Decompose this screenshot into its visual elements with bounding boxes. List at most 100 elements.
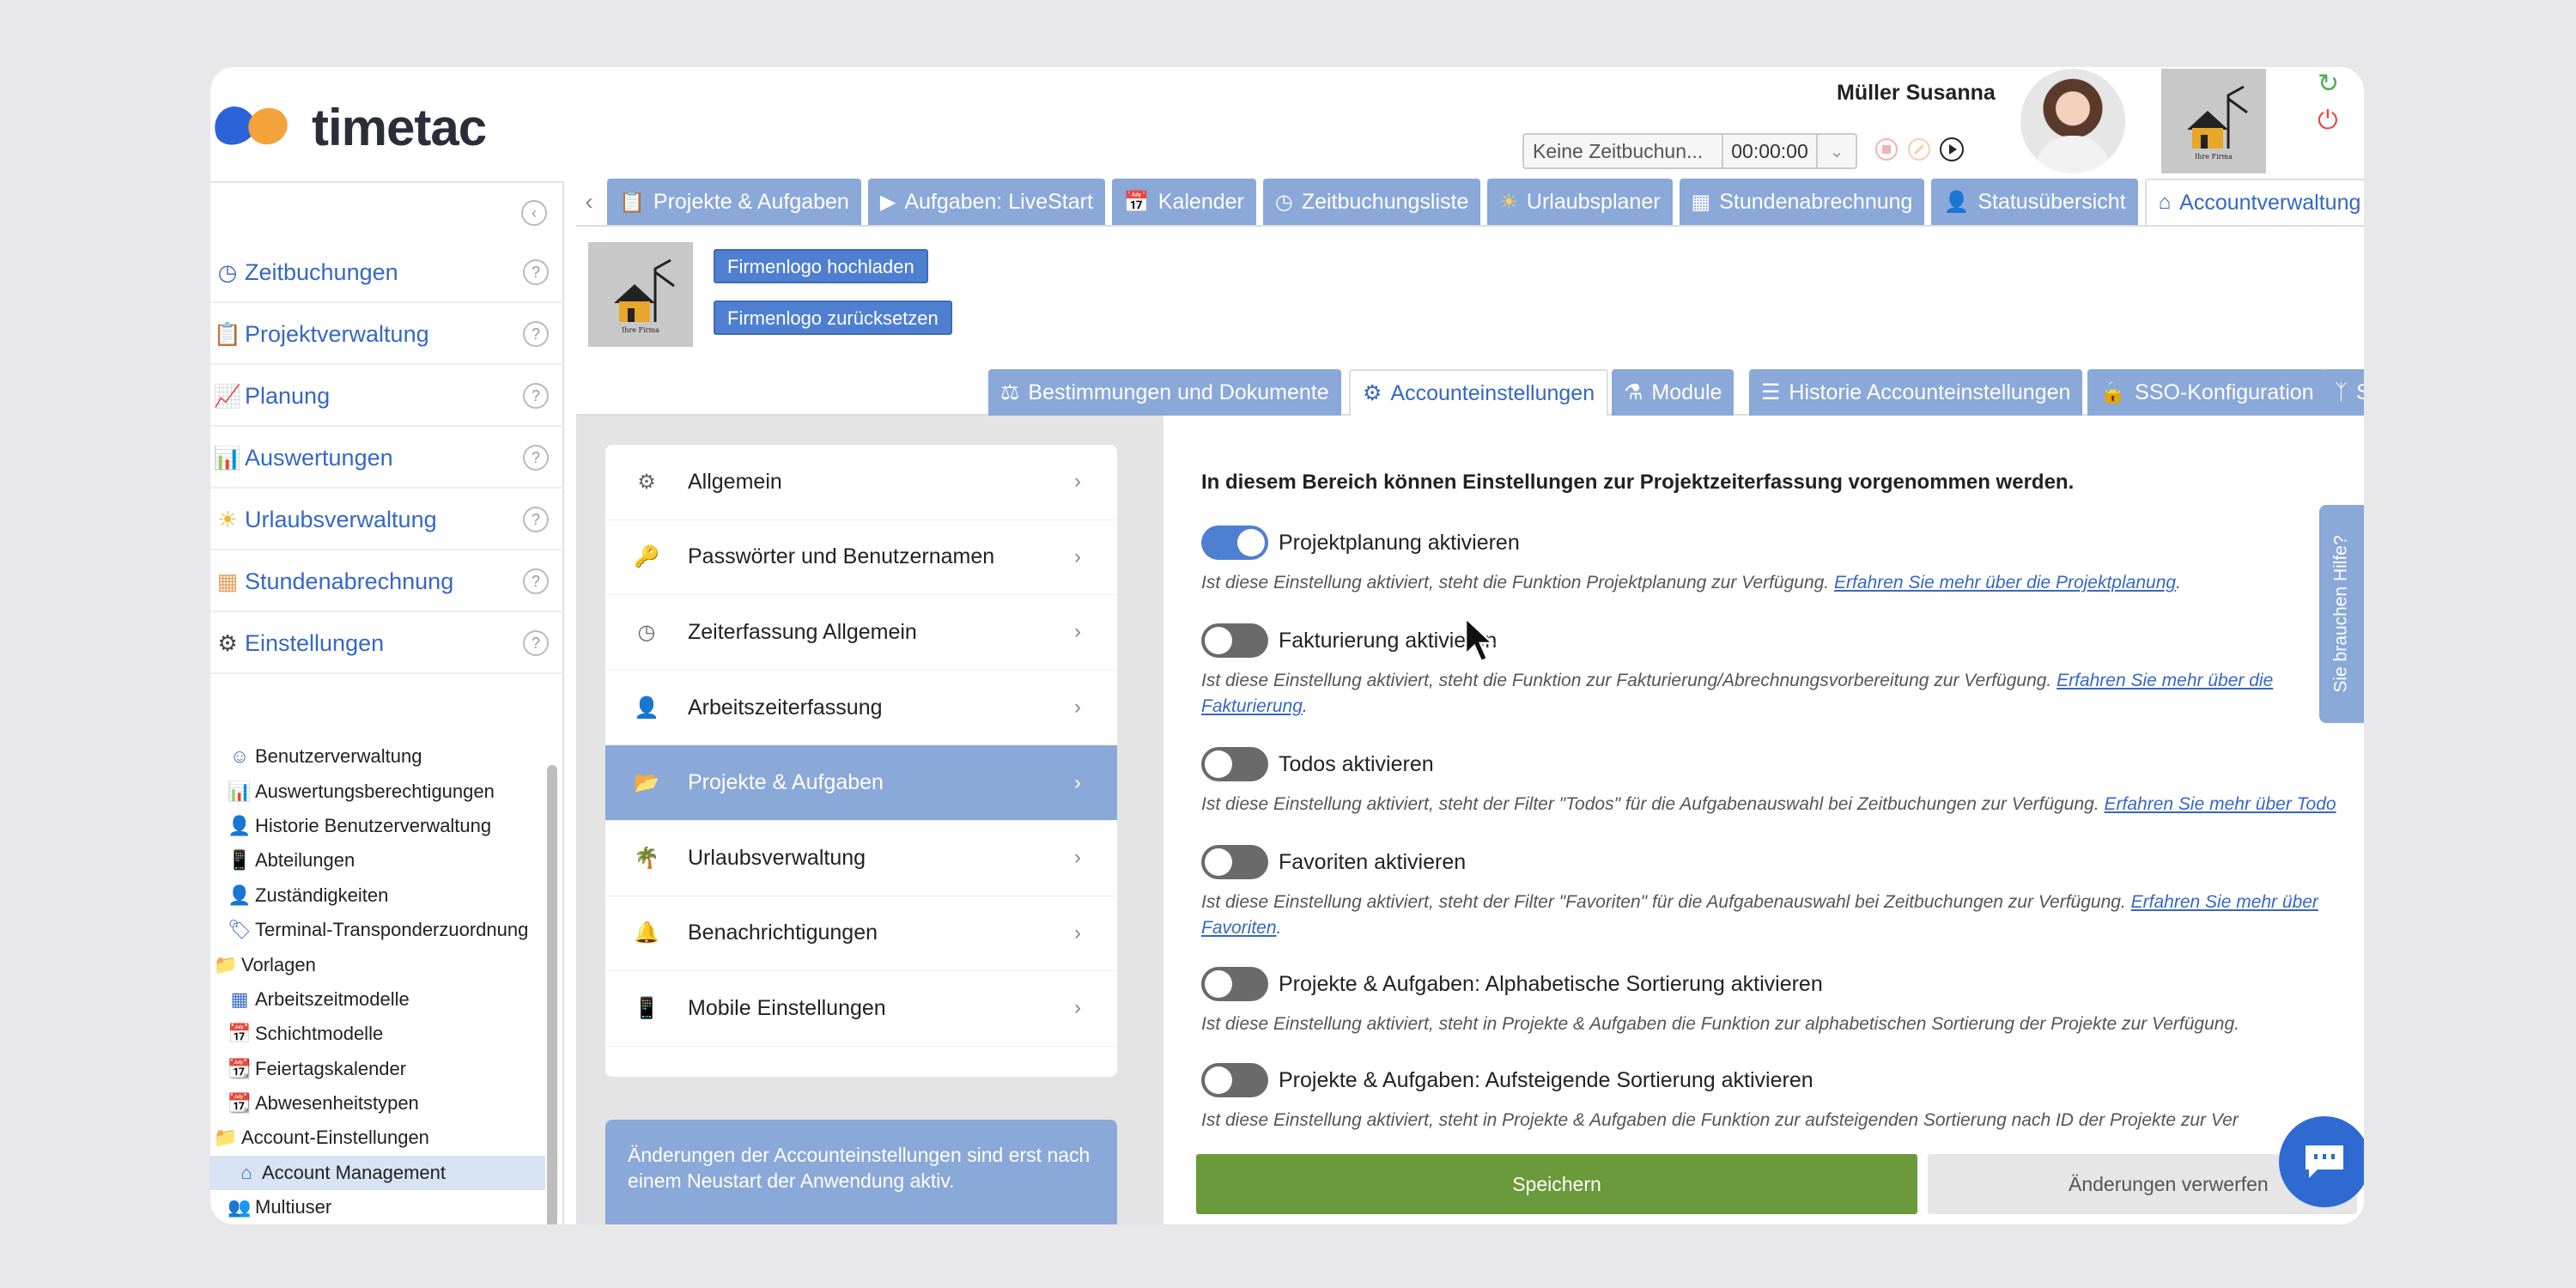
menu-item-benachrichtigungen[interactable]: 🔔 Benachrichtigungen › bbox=[605, 896, 1117, 972]
subtab-module[interactable]: ⚗ Module bbox=[1612, 369, 1735, 416]
tree-item-auswertungsberechtigungen[interactable]: 📊 Auswertungsberechtigungen bbox=[210, 774, 545, 808]
avatar[interactable] bbox=[2020, 69, 2125, 173]
stop-icon[interactable] bbox=[1871, 134, 1902, 165]
tree-item-terminal-transponderzuordnung[interactable]: 🏷 Terminal-Transponderzuordnung bbox=[210, 913, 545, 947]
subtab-historie[interactable]: ☰ Historie Accounteinstellungen bbox=[1749, 369, 2083, 416]
help-tab[interactable]: Sie brauchen Hilfe? bbox=[2319, 505, 2364, 723]
bell-icon: 🔔 bbox=[634, 921, 659, 945]
tree-item-historie-benutzerverwaltung[interactable]: 👤 Historie Benutzerverwaltung bbox=[210, 809, 545, 843]
chevron-right-icon: › bbox=[1074, 846, 1081, 870]
power-icon[interactable]: ⏻ bbox=[2318, 106, 2338, 136]
tab-stundenabrechnung[interactable]: ▦ Stundenabrechnung bbox=[1679, 179, 1925, 225]
chat-icon[interactable] bbox=[2279, 1116, 2364, 1207]
help-icon[interactable]: ? bbox=[523, 445, 549, 471]
setting-toggle[interactable] bbox=[1201, 967, 1268, 1001]
subtab-accounteinstellungen[interactable]: ⚙ Accounteinstellungen bbox=[1349, 369, 1609, 417]
setting-toggle[interactable] bbox=[1201, 845, 1268, 879]
help-icon[interactable]: ? bbox=[523, 259, 549, 285]
setting-toggle[interactable] bbox=[1201, 1063, 1268, 1097]
tab-kalender[interactable]: 📅 Kalender bbox=[1111, 179, 1256, 225]
learn-more-link[interactable]: Erfahren Sie mehr über Todo bbox=[2105, 794, 2336, 814]
save-button[interactable]: Speichern bbox=[1196, 1154, 1917, 1214]
tree-item-benutzerverwaltung[interactable]: ☺ Benutzerverwaltung bbox=[210, 739, 545, 774]
key-icon: 🔑 bbox=[634, 545, 659, 569]
help-icon[interactable]: ? bbox=[523, 507, 549, 532]
chart-line-icon: 📈 bbox=[213, 382, 242, 409]
sidebar-item-stundenabrechnung[interactable]: ▦ Stundenabrechnung ? bbox=[210, 552, 564, 612]
setting-toggle[interactable] bbox=[1201, 747, 1268, 781]
clock-icon: ◷ bbox=[217, 258, 238, 285]
tree-item-account-management[interactable]: ⌂ Account Management bbox=[210, 1155, 545, 1191]
sun-icon: ☀ bbox=[1499, 190, 1518, 214]
chevron-down-icon[interactable]: ⌄ bbox=[1818, 141, 1856, 162]
tabs-scroll-left-icon[interactable]: ‹ bbox=[576, 179, 602, 225]
sidebar-item-planung[interactable]: 📈 Planung ? bbox=[210, 367, 564, 427]
sidebar-item-urlaubsverwaltung[interactable]: ☀ Urlaubsverwaltung ? bbox=[210, 490, 564, 550]
chevron-right-icon: › bbox=[1074, 696, 1081, 720]
timer-task-select[interactable]: Keine Zeitbuchun... bbox=[1524, 135, 1723, 167]
flask-icon: ⚗ bbox=[1624, 380, 1643, 404]
tree-item-feiertagskalender[interactable]: 📆 Feiertagskalender bbox=[210, 1052, 545, 1086]
refresh-icon[interactable]: ↻ bbox=[2318, 69, 2339, 99]
brand-logo[interactable]: timetac bbox=[210, 93, 487, 161]
tree-item-abteilungen[interactable]: 📱 Abteilungen bbox=[210, 843, 545, 878]
menu-item-passwoerter[interactable]: 🔑 Passwörter und Benutzernamen › bbox=[605, 520, 1117, 596]
sidebar-item-auswertungen[interactable]: 📊 Auswertungen ? bbox=[210, 428, 564, 489]
scale-icon: ⚖ bbox=[1000, 380, 1020, 404]
subtab-bestimmungen[interactable]: ⚖ Bestimmungen und Dokumente bbox=[988, 369, 1341, 416]
menu-item-allgemein[interactable]: ⚙ Allgemein › bbox=[605, 445, 1117, 520]
menu-item-urlaubsverwaltung[interactable]: 🌴 Urlaubsverwaltung › bbox=[605, 821, 1117, 896]
help-icon[interactable]: ? bbox=[523, 568, 549, 594]
setting-toggle[interactable] bbox=[1201, 623, 1268, 658]
tree-item-schichtmodelle[interactable]: 📅 Schichtmodelle bbox=[210, 1017, 545, 1051]
tree-item-arbeitszeitmodelle[interactable]: ▦ Arbeitszeitmodelle bbox=[210, 982, 545, 1017]
tree-item-zuständigkeiten[interactable]: 👤 Zuständigkeiten bbox=[210, 878, 545, 913]
help-icon[interactable]: ? bbox=[523, 383, 549, 409]
sidebar-item-einstellungen[interactable]: ⚙ Einstellungen ? bbox=[210, 614, 564, 674]
tab-statusuebersicht[interactable]: 👤 Statusübersicht bbox=[1931, 179, 2138, 225]
tree-item-abwesenheitstypen[interactable]: 📆 Abwesenheitstypen bbox=[210, 1086, 545, 1121]
subtab-sso[interactable]: 🔒 SSO-Konfiguration bbox=[2087, 369, 2326, 416]
chevron-right-icon: › bbox=[1074, 996, 1081, 1020]
setting-item: Projekte & Aufgaben: Alphabetische Sorti… bbox=[1201, 965, 2352, 1037]
sidebar-item-projektverwaltung[interactable]: 📋 Projektverwaltung ? bbox=[210, 305, 564, 365]
user-name[interactable]: Müller Susanna bbox=[1837, 81, 1996, 106]
play-icon[interactable] bbox=[1936, 134, 1967, 165]
restart-notice: Änderungen der Accounteinstellungen sind… bbox=[605, 1120, 1117, 1224]
menu-item-projekte-aufgaben[interactable]: 📂 Projekte & Aufgaben › bbox=[605, 745, 1117, 821]
setting-toggle[interactable] bbox=[1201, 526, 1268, 560]
sidebar-scrollbar[interactable] bbox=[545, 739, 559, 1224]
tree-item-multiuser[interactable]: 👥 Multiuser bbox=[210, 1190, 545, 1224]
tree-item-label: Auswertungsberechtigungen bbox=[255, 780, 495, 802]
tab-projekte-aufgaben[interactable]: 📋 Projekte & Aufgaben bbox=[607, 179, 861, 225]
help-icon[interactable]: ? bbox=[523, 630, 549, 656]
upload-logo-button[interactable]: Firmenlogo hochladen bbox=[714, 249, 928, 283]
tree-item-vorlagen[interactable]: 📁 Vorlagen bbox=[210, 947, 545, 981]
timer-widget[interactable]: Keine Zeitbuchun... 00:00:00 ⌄ bbox=[1522, 133, 1857, 169]
sidebar-item-label: Projektverwaltung bbox=[245, 320, 429, 347]
menu-item-arbeitszeiterfassung[interactable]: 👤 Arbeitszeiterfassung › bbox=[605, 671, 1117, 746]
menu-item-mobile[interactable]: 📱 Mobile Einstellungen › bbox=[605, 971, 1117, 1047]
setting-description: Ist diese Einstellung aktiviert, steht i… bbox=[1201, 1110, 2239, 1130]
menu-item-zeiterfassung[interactable]: ◷ Zeiterfassung Allgemein › bbox=[605, 595, 1117, 671]
company-logo-preview: Ihre Firma bbox=[588, 242, 693, 347]
setting-title: Favoriten aktivieren bbox=[1279, 849, 1467, 874]
tree-item-account-einstellungen[interactable]: 📁 Account-Einstellungen bbox=[210, 1121, 545, 1155]
tab-urlaubsplaner[interactable]: ☀ Urlaubsplaner bbox=[1487, 179, 1673, 225]
tab-aufgaben-livestart[interactable]: ▶ Aufgaben: LiveStart bbox=[867, 179, 1105, 225]
tree-item-label: Vorlagen bbox=[241, 953, 316, 975]
tab-accountverwaltung[interactable]: ⌂ Accountverwaltung bbox=[2144, 179, 2364, 225]
switch-icon[interactable] bbox=[1904, 134, 1935, 165]
subtab-sandbox[interactable]: ᛉSandbox Accounts bbox=[2323, 369, 2364, 416]
collapse-sidebar-icon[interactable]: ‹ bbox=[521, 200, 547, 226]
tab-zeitbuchungsliste[interactable]: ◷ Zeitbuchungsliste bbox=[1262, 179, 1481, 225]
reset-logo-button[interactable]: Firmenlogo zurücksetzen bbox=[714, 301, 952, 335]
help-icon[interactable]: ? bbox=[523, 321, 549, 347]
learn-more-link[interactable]: Erfahren Sie mehr über die Projektplanun… bbox=[1834, 573, 2176, 592]
sidebar-item-label: Urlaubsverwaltung bbox=[245, 506, 437, 532]
setting-description: Ist diese Einstellung aktiviert, steht d… bbox=[1201, 794, 2336, 814]
branch-icon: ᛉ bbox=[2335, 380, 2348, 404]
setting-description: Ist diese Einstellung aktiviert, steht i… bbox=[1201, 1014, 2239, 1034]
chevron-right-icon: › bbox=[1074, 770, 1081, 794]
sidebar-item-zeitbuchungen[interactable]: ◷ Zeitbuchungen ? bbox=[210, 243, 564, 303]
